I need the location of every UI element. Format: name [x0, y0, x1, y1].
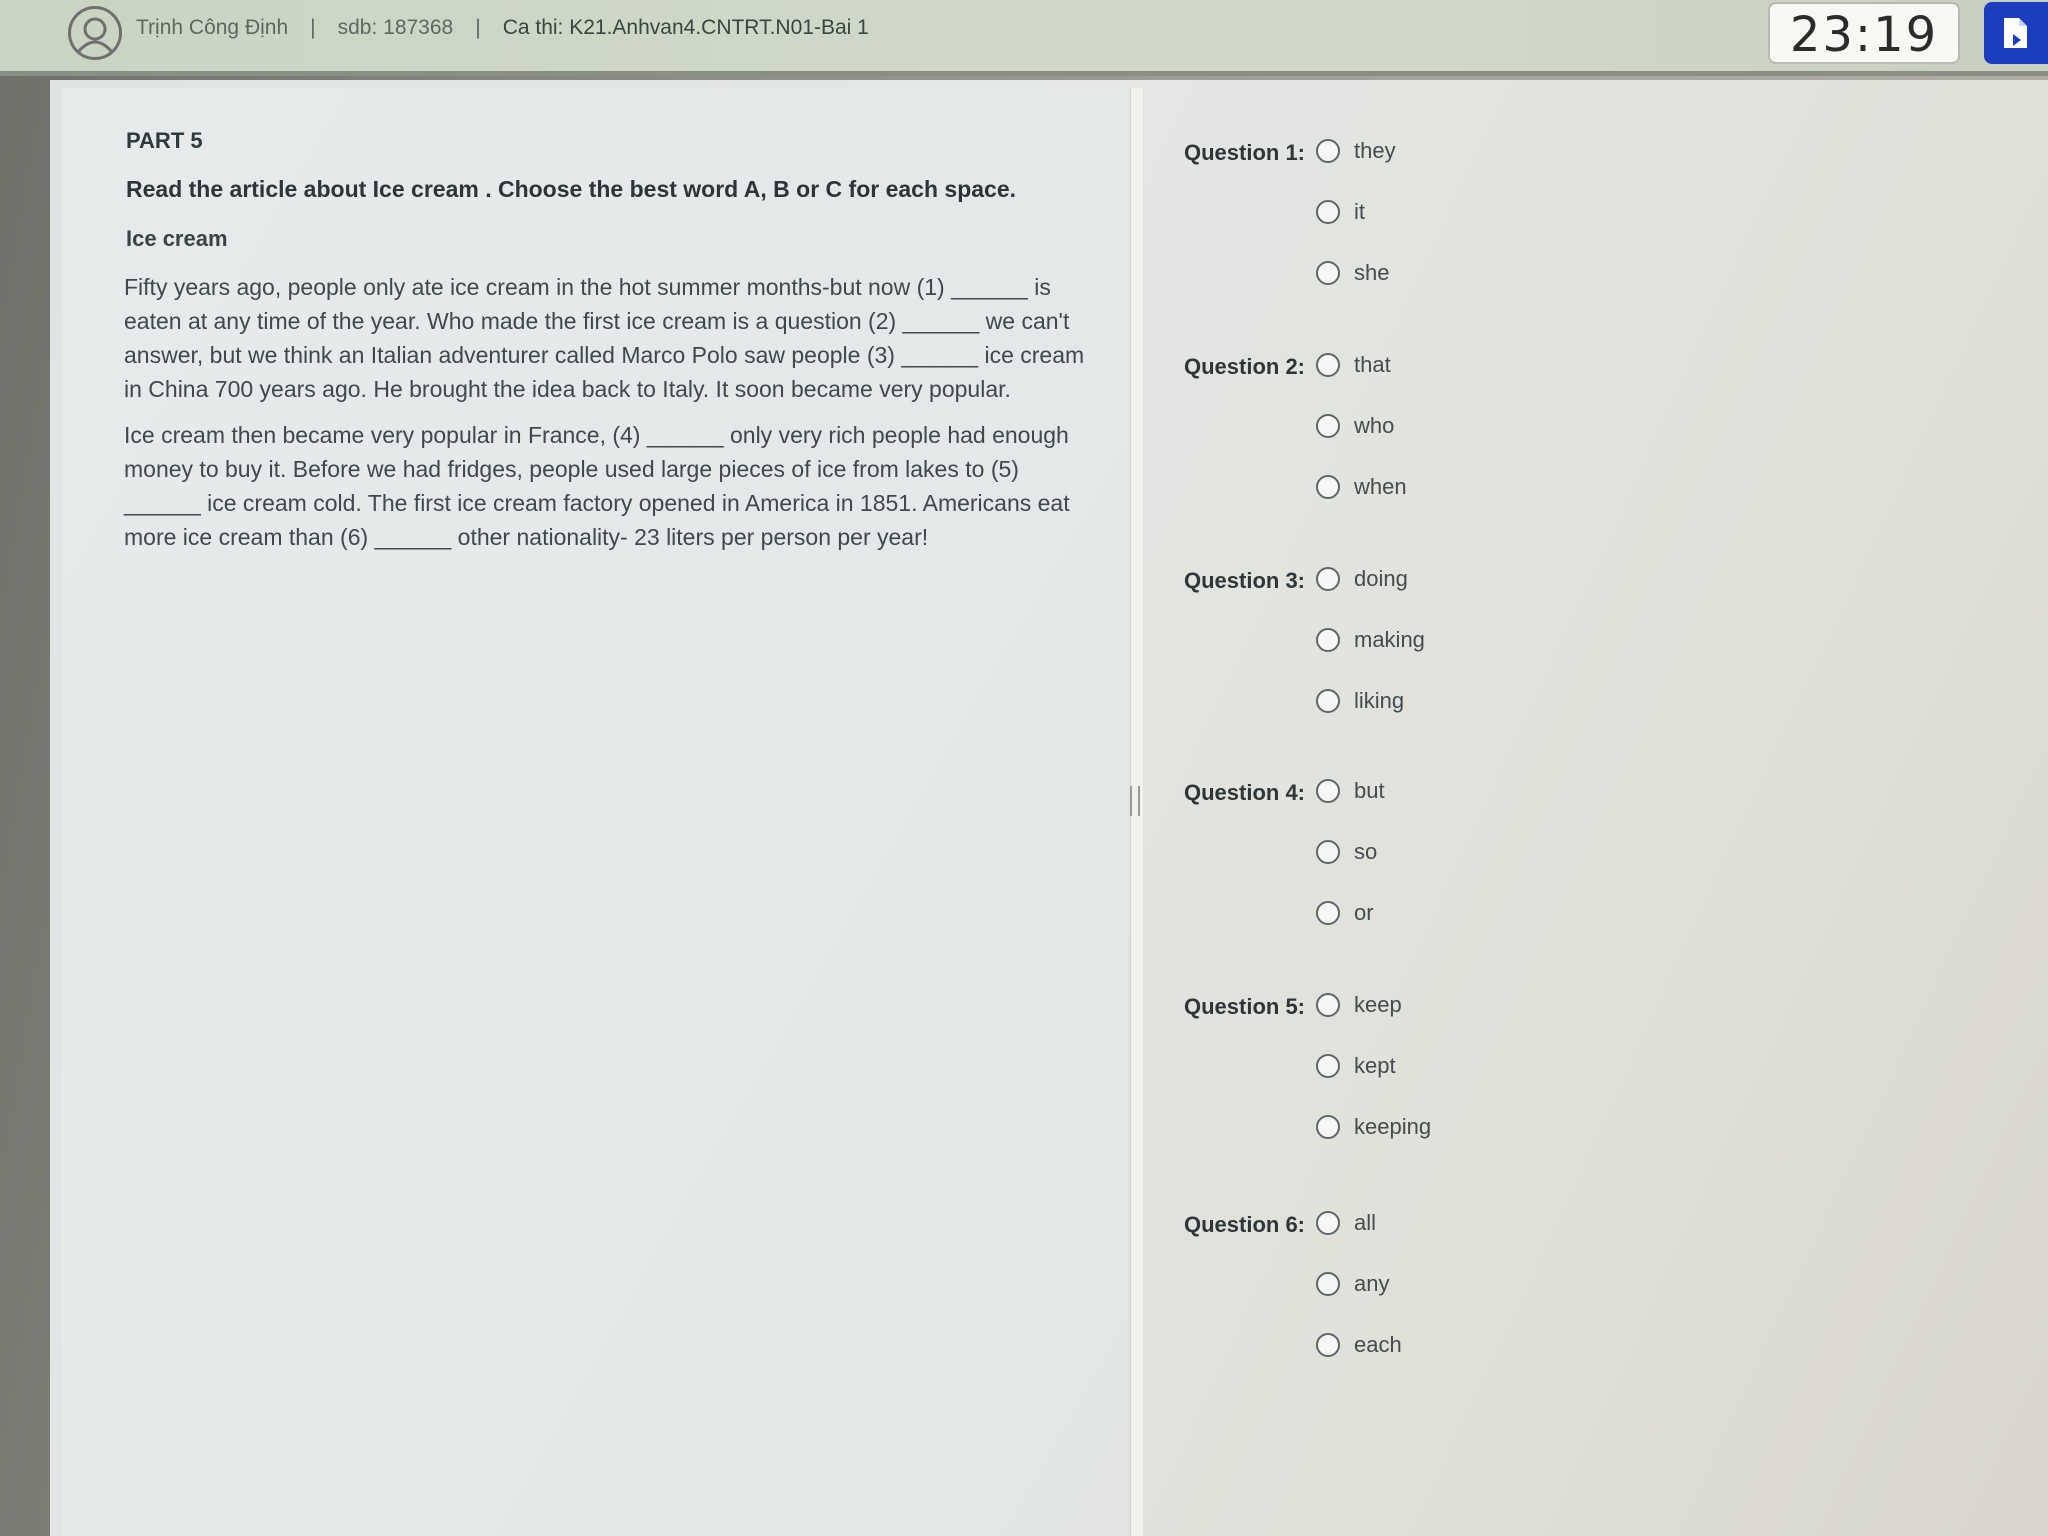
submit-button[interactable] — [1984, 2, 2048, 64]
option-text: doing — [1354, 566, 1408, 591]
radio-button[interactable] — [1316, 475, 1340, 499]
submit-document-icon — [2004, 18, 2027, 48]
option-text: all — [1354, 1210, 1377, 1235]
question-label: Question 1: — [1184, 140, 1306, 165]
passage-panel: PART 5 Read the article about Ice cream … — [62, 88, 1128, 1536]
article-body: Fifty years ago, people only ate ice cre… — [124, 270, 1124, 554]
answer-option[interactable]: making — [1316, 627, 1425, 653]
separator: | — [310, 16, 316, 39]
countdown-timer: 23:19 — [1768, 2, 1960, 64]
radio-button[interactable] — [1316, 901, 1340, 925]
top-bar: Trịnh Công Định | sdb: 187368 | Ca thi: … — [0, 0, 2048, 76]
option-text: that — [1354, 352, 1391, 377]
user-name: Trịnh Công Định — [136, 16, 289, 39]
radio-button[interactable] — [1316, 689, 1340, 713]
radio-button[interactable] — [1316, 353, 1340, 377]
article-line: Ice cream then became very popular in Fr… — [124, 422, 1069, 448]
option-text: but — [1354, 778, 1385, 803]
radio-button[interactable] — [1316, 1272, 1340, 1296]
answer-option[interactable]: they — [1316, 138, 1396, 164]
question-label: Question 6: — [1184, 1212, 1306, 1237]
article-paragraph: Fifty years ago, people only ate ice cre… — [124, 270, 1124, 406]
option-text: it — [1354, 199, 1365, 224]
option-text: they — [1354, 138, 1396, 163]
radio-button[interactable] — [1316, 567, 1340, 591]
article-line: money to buy it. Before we had fridges, … — [124, 456, 1019, 482]
answer-option[interactable]: so — [1316, 839, 1377, 865]
option-text: so — [1354, 839, 1378, 864]
part-title: PART 5 — [126, 128, 203, 153]
user-avatar-icon — [68, 6, 122, 60]
answer-option[interactable]: any — [1316, 1271, 1389, 1297]
answer-option[interactable]: liking — [1316, 688, 1404, 714]
radio-button[interactable] — [1316, 628, 1340, 652]
option-text: each — [1354, 1332, 1402, 1357]
option-text: who — [1354, 413, 1395, 438]
option-text: she — [1354, 260, 1390, 285]
answer-option[interactable]: doing — [1316, 566, 1408, 592]
radio-button[interactable] — [1316, 414, 1340, 438]
exam-page: PART 5 Read the article about Ice cream … — [50, 80, 2048, 1536]
answer-option[interactable]: keeping — [1316, 1114, 1431, 1140]
answer-option[interactable]: that — [1316, 352, 1391, 378]
answer-option[interactable]: but — [1316, 778, 1385, 804]
article-line: answer, but we think an Italian adventur… — [124, 342, 1085, 368]
user-info: Trịnh Công Định | sdb: 187368 | Ca thi: … — [136, 16, 869, 40]
radio-button[interactable] — [1316, 779, 1340, 803]
question-label: Question 2: — [1184, 354, 1306, 379]
instruction-text: Read the article about Ice cream . Choos… — [126, 176, 1017, 202]
article-line: Fifty years ago, people only ate ice cre… — [124, 274, 1051, 300]
answer-option[interactable]: when — [1316, 474, 1407, 500]
question-label: Question 4: — [1184, 780, 1306, 805]
answer-option[interactable]: keep — [1316, 992, 1402, 1018]
article-line: ______ ice cream cold. The first ice cre… — [124, 490, 1070, 516]
radio-button[interactable] — [1316, 261, 1340, 285]
radio-button[interactable] — [1316, 200, 1340, 224]
question-label: Question 5: — [1184, 994, 1306, 1019]
radio-button[interactable] — [1316, 1115, 1340, 1139]
answer-option[interactable]: or — [1316, 900, 1374, 926]
answer-option[interactable]: who — [1316, 413, 1394, 439]
option-text: making — [1354, 627, 1425, 652]
radio-button[interactable] — [1316, 993, 1340, 1017]
option-text: keep — [1354, 992, 1402, 1017]
radio-button[interactable] — [1316, 139, 1340, 163]
separator: | — [475, 16, 481, 39]
radio-button[interactable] — [1316, 1333, 1340, 1357]
radio-button[interactable] — [1316, 840, 1340, 864]
radio-button[interactable] — [1316, 1211, 1340, 1235]
article-line: in China 700 years ago. He brought the i… — [124, 376, 1011, 402]
option-text: when — [1354, 474, 1407, 499]
article-line: eaten at any time of the year. Who made … — [124, 308, 1070, 334]
option-text: any — [1354, 1271, 1390, 1296]
resize-handle[interactable] — [1130, 786, 1140, 816]
option-text: keeping — [1354, 1114, 1432, 1139]
sdb-number: sdb: 187368 — [337, 16, 454, 39]
answer-option[interactable]: all — [1316, 1210, 1376, 1236]
radio-button[interactable] — [1316, 1054, 1340, 1078]
option-text: kept — [1354, 1053, 1396, 1078]
answer-option[interactable]: it — [1316, 199, 1365, 225]
article-line: more ice cream than (6) ______ other nat… — [124, 524, 929, 550]
exam-session: Ca thi: K21.Anhvan4.CNTRT.N01-Bai 1 — [502, 16, 869, 39]
answer-option[interactable]: kept — [1316, 1053, 1396, 1079]
article-title: Ice cream — [126, 226, 228, 251]
option-text: or — [1354, 900, 1374, 925]
answer-option[interactable]: each — [1316, 1332, 1402, 1358]
answer-option[interactable]: she — [1316, 260, 1389, 286]
question-label: Question 3: — [1184, 568, 1306, 593]
option-text: liking — [1354, 688, 1405, 713]
article-paragraph: Ice cream then became very popular in Fr… — [124, 418, 1124, 554]
